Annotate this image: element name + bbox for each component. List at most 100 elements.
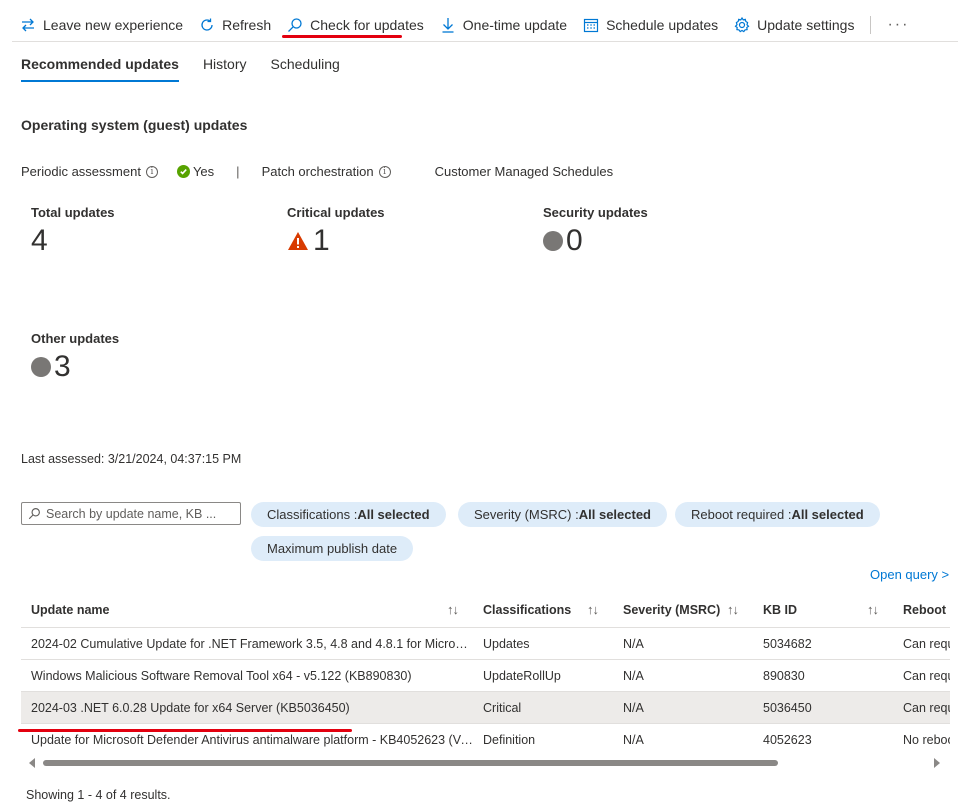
refresh-button[interactable]: Refresh [191,10,279,40]
publish-date-filter-pill[interactable]: Maximum publish date [251,536,414,561]
scroll-right-arrow-icon[interactable] [934,758,940,768]
tab-bar: Recommended updates History Scheduling [21,50,364,82]
total-updates-card: Total updates 4 [31,205,115,258]
open-query-link[interactable]: Open query > [870,567,949,582]
status-divider: | [236,164,240,179]
column-header-reboot[interactable]: Reboot [903,603,946,617]
reboot-filter-label: Reboot required : [691,507,792,522]
tab-history[interactable]: History [203,50,247,82]
publish-date-filter-label: Maximum publish date [267,541,398,556]
scrollbar-thumb[interactable] [43,760,778,766]
sort-arrows-icon[interactable]: ↑↓ [447,602,459,617]
command-bar: Leave new experience Refresh Check for u… [12,8,958,42]
horizontal-scrollbar[interactable] [21,756,950,770]
reboot-cell: No reboot [903,732,950,747]
critical-updates-card: Critical updates 1 [287,205,385,258]
check-for-updates-label: Check for updates [310,16,424,33]
patch-orchestration-value: Customer Managed Schedules [434,164,614,179]
column-header-classifications[interactable]: Classifications [483,603,571,617]
column-header-kb-id[interactable]: KB ID [763,603,797,617]
check-circle-icon [176,165,190,178]
schedule-updates-label: Schedule updates [606,16,719,33]
update-settings-button[interactable]: Update settings [726,10,862,40]
info-icon[interactable]: i [378,165,391,178]
section-title: Operating system (guest) updates [21,117,248,133]
severity-filter-pill[interactable]: Severity (MSRC) : All selected [458,502,667,527]
calendar-icon [583,18,599,32]
column-header-update-name[interactable]: Update name [31,603,110,617]
update-name-cell: 2024-03 .NET 6.0.28 Update for x64 Serve… [31,700,350,715]
update-settings-label: Update settings [757,16,855,33]
sort-arrows-icon[interactable]: ↑↓ [587,602,599,617]
results-count: Showing 1 - 4 of 4 results. [26,788,171,802]
other-updates-card: Other updates 3 [31,331,119,384]
classification-cell: UpdateRollUp [483,668,561,683]
gear-icon [734,16,750,32]
total-updates-label: Total updates [31,205,115,220]
grey-dot-icon [31,357,51,377]
classification-cell: Definition [483,732,536,747]
periodic-assessment-label: Periodic assessment [21,164,141,179]
download-arrow-icon [442,17,454,33]
assessment-status-row: Periodic assessment i Yes | Patch orches… [21,164,613,179]
kb-id-cell: 890830 [763,668,805,683]
warning-icon [288,232,308,250]
info-icon[interactable]: i [145,165,158,178]
one-time-update-label: One-time update [462,16,568,33]
schedule-updates-button[interactable]: Schedule updates [575,10,726,40]
refresh-label: Refresh [222,16,272,33]
kb-id-cell: 5036450 [763,700,812,715]
kb-id-cell: 5034682 [763,636,812,651]
more-actions-button[interactable]: ··· [881,16,915,34]
severity-cell: N/A [623,700,644,715]
sort-arrows-icon[interactable]: ↑↓ [727,602,739,617]
severity-cell: N/A [623,732,644,747]
other-updates-label: Other updates [31,331,120,346]
periodic-assessment-value: Yes [192,164,215,179]
security-updates-value: 0 [566,224,583,257]
reboot-cell: Can require reboot [903,700,950,715]
classification-cell: Updates [483,636,530,651]
security-updates-label: Security updates [543,205,648,220]
one-time-update-button[interactable]: One-time update [432,10,575,40]
selected-row-highlight [18,729,352,732]
security-updates-value-row: 0 [543,224,648,258]
sort-arrows-icon[interactable]: ↑↓ [867,602,879,617]
kb-id-cell: 4052623 [763,732,812,747]
search-icon [28,508,40,520]
reboot-cell: Can require reboot [903,668,950,683]
tab-scheduling[interactable]: Scheduling [271,50,340,82]
column-header-severity[interactable]: Severity (MSRC) [623,603,720,617]
critical-updates-value: 1 [313,224,330,257]
severity-cell: N/A [623,636,644,651]
tab-recommended-updates[interactable]: Recommended updates [21,50,179,82]
reboot-filter-value: All selected [791,507,864,522]
search-box[interactable] [21,502,241,525]
search-icon [288,17,302,32]
reboot-cell: Can require reboot [903,636,950,651]
switch-arrows-icon [22,18,34,31]
severity-cell: N/A [623,668,644,683]
table-row[interactable]: 2024-02 Cumulative Update for .NET Frame… [21,628,950,660]
update-name-cell: 2024-02 Cumulative Update for .NET Frame… [31,636,473,651]
total-updates-value: 4 [31,224,48,257]
critical-updates-label: Critical updates [287,205,385,220]
classifications-filter-value: All selected [357,507,430,522]
severity-filter-label: Severity (MSRC) : [474,507,579,522]
security-updates-card: Security updates 0 [543,205,648,258]
table-row-selected[interactable]: 2024-03 .NET 6.0.28 Update for x64 Serve… [21,692,950,724]
patch-orchestration-label: Patch orchestration [261,164,374,179]
search-input[interactable] [46,506,236,521]
leave-new-experience-label: Leave new experience [43,16,184,33]
table-row[interactable]: Windows Malicious Software Removal Tool … [21,660,950,692]
classifications-filter-pill[interactable]: Classifications : All selected [251,502,446,527]
reboot-filter-pill[interactable]: Reboot required : All selected [675,502,880,527]
table-header-row: Update name ↑↓ Classifications ↑↓ Severi… [21,592,950,628]
scroll-left-arrow-icon[interactable] [29,758,35,768]
classification-cell: Critical [483,700,522,715]
total-updates-value-row: 4 [31,224,115,258]
grey-dot-icon [543,231,563,251]
refresh-icon [201,18,213,31]
leave-new-experience-button[interactable]: Leave new experience [12,10,191,40]
update-name-cell: Update for Microsoft Defender Antivirus … [31,732,473,747]
